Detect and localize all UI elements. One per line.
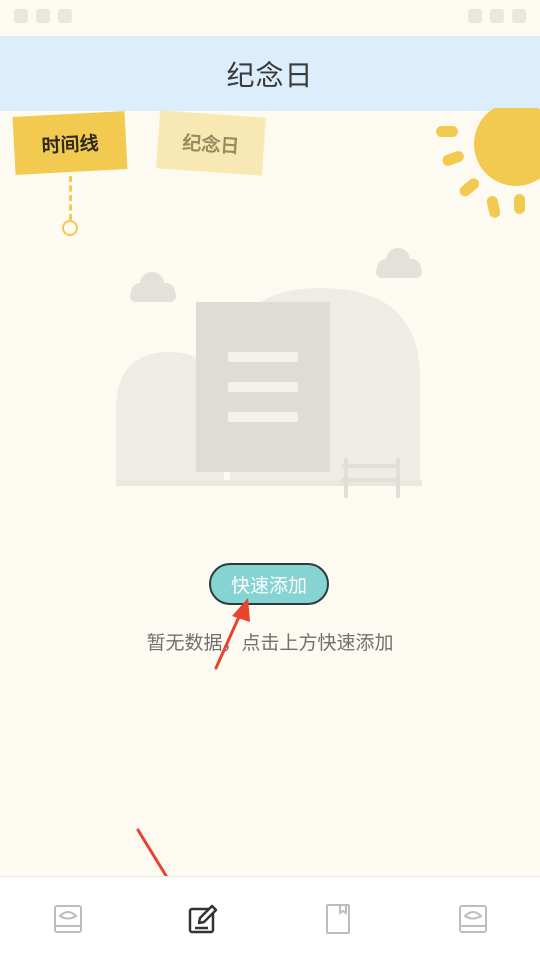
timeline-connector: [69, 176, 72, 220]
status-bar: [0, 0, 540, 36]
empty-message: 暂无数据，点击上方快速添加: [146, 632, 394, 654]
tab-anniversary-label: 纪念日: [181, 131, 241, 158]
nav-item-3[interactable]: [270, 877, 405, 960]
title-bar: 纪念日: [0, 36, 540, 111]
book-icon: [325, 903, 350, 934]
bottom-nav: [0, 876, 540, 960]
notebook-eye-icon: [458, 904, 487, 933]
page-title: 纪念日: [226, 58, 314, 92]
tab-timeline-label: 时间线: [41, 132, 100, 157]
status-right-icons: [468, 9, 526, 23]
tab-timeline[interactable]: 时间线: [12, 111, 128, 175]
notebook-eye-icon: [53, 904, 82, 933]
nav-item-2[interactable]: [135, 877, 270, 960]
nav-item-4[interactable]: [405, 877, 540, 960]
tab-anniversary[interactable]: 纪念日: [156, 110, 266, 176]
quick-add-button[interactable]: 快速添加: [209, 563, 329, 605]
empty-illustration: [116, 248, 422, 498]
status-left-icons: [14, 9, 72, 23]
nav-item-1[interactable]: [0, 877, 135, 960]
timeline-dot: [62, 220, 78, 236]
edit-icon: [188, 904, 217, 933]
sun-icon: [436, 108, 540, 218]
